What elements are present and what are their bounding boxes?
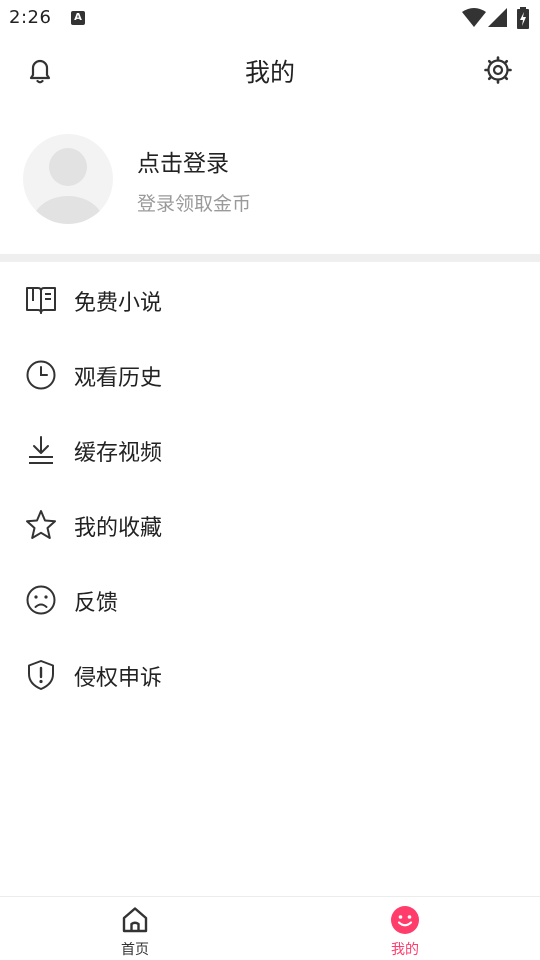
menu-item-label: 我的收藏: [74, 516, 163, 541]
menu-item-watch-history[interactable]: 观看历史: [0, 337, 540, 412]
menu-item-copyright-complaint[interactable]: 侵权申诉: [0, 637, 540, 712]
menu-item-free-novels[interactable]: 免费小说: [0, 262, 540, 337]
star-icon: [26, 510, 56, 539]
my-page: 2:26 A 我的 点击登录 登录领取金币 免费小说 观看历史 缓存视频 我的收…: [0, 0, 540, 960]
tab-home-label: 首页: [121, 942, 149, 958]
signal-icon: [488, 8, 507, 27]
menu-item-label: 缓存视频: [74, 441, 163, 466]
book-icon: [26, 287, 56, 314]
login-title[interactable]: 点击登录: [137, 144, 229, 178]
menu-item-favorites[interactable]: 我的收藏: [0, 487, 540, 562]
home-icon: [122, 907, 148, 933]
tab-home[interactable]: 首页: [75, 897, 195, 960]
status-time: 2:26: [9, 7, 52, 28]
tab-mine[interactable]: 我的: [345, 897, 465, 960]
menu-item-label: 侵权申诉: [74, 666, 163, 691]
battery-icon: [517, 7, 529, 29]
shield-alert-icon: [28, 660, 54, 690]
top-bar: 我的: [0, 40, 540, 100]
sad-face-icon: [26, 585, 56, 615]
section-divider: [0, 254, 540, 262]
menu-item-feedback[interactable]: 反馈: [0, 562, 540, 637]
page-title: 我的: [244, 58, 295, 87]
menu-item-cached-videos[interactable]: 缓存视频: [0, 412, 540, 487]
status-bar: 2:26 A: [0, 0, 540, 36]
menu-item-label: 观看历史: [74, 366, 163, 391]
login-subtitle: 登录领取金币: [137, 193, 252, 215]
bottom-nav: 首页 我的: [0, 896, 540, 960]
menu-list: 免费小说 观看历史 缓存视频 我的收藏 反馈 侵权申诉: [0, 262, 540, 712]
gear-icon[interactable]: [483, 55, 513, 85]
notification-icon: A: [71, 11, 85, 25]
menu-item-label: 免费小说: [74, 291, 163, 316]
wifi-icon: [462, 8, 486, 27]
menu-item-label: 反馈: [74, 591, 119, 616]
tab-mine-label: 我的: [391, 942, 419, 958]
profile-login-card[interactable]: 点击登录 登录领取金币: [0, 125, 540, 245]
default-avatar-icon: [32, 148, 104, 224]
smile-face-icon: [391, 906, 419, 934]
avatar[interactable]: [23, 134, 113, 224]
clock-icon: [26, 360, 56, 390]
download-icon: [29, 436, 53, 464]
